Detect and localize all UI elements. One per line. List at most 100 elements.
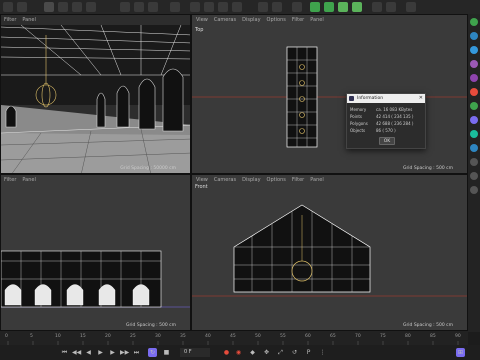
- axis-mode-icon[interactable]: [470, 102, 478, 110]
- y-axis-icon[interactable]: [134, 2, 144, 12]
- front-view-scene: [192, 204, 467, 297]
- uv-mode-icon[interactable]: [470, 60, 478, 68]
- cube-object-icon[interactable]: [310, 2, 320, 12]
- sculpt-icon[interactable]: [470, 158, 478, 166]
- pla-key-icon[interactable]: ⋮: [318, 348, 327, 357]
- snap-icon[interactable]: [272, 2, 282, 12]
- z-axis-icon[interactable]: [148, 2, 158, 12]
- info-row: Points 42 414 ( 234 135 ): [347, 113, 425, 120]
- make-editable-icon[interactable]: [232, 2, 242, 12]
- info-key: Objects: [350, 128, 366, 133]
- go-to-start-icon[interactable]: ⏮: [60, 348, 69, 357]
- model-mode-icon[interactable]: [470, 74, 478, 82]
- timeline-tick-label: 45: [230, 334, 236, 339]
- generator-icon[interactable]: [338, 2, 348, 12]
- timeline-tick-label: 5: [30, 334, 33, 339]
- info-key: Points: [350, 114, 363, 119]
- record-icon[interactable]: ●: [222, 348, 231, 357]
- ok-button[interactable]: OK: [379, 137, 395, 145]
- frame-field[interactable]: 0 F: [180, 348, 210, 357]
- info-value: 42 414 ( 234 135 ): [376, 114, 414, 119]
- x-axis-icon[interactable]: [120, 2, 130, 12]
- points-mode-icon[interactable]: [470, 18, 478, 26]
- position-key-icon[interactable]: ✥: [262, 348, 271, 357]
- locking-icon[interactable]: [470, 144, 478, 152]
- next-frame-icon[interactable]: ▶: [108, 348, 117, 357]
- timeline-tick-label: 10: [55, 334, 61, 339]
- loop-icon[interactable]: ↻: [148, 348, 157, 357]
- timeline-tick-label: 25: [130, 334, 136, 339]
- select-tool-icon[interactable]: [44, 2, 54, 12]
- timeline-tick-label: 50: [255, 334, 261, 339]
- timeline-tick-label: 20: [105, 334, 111, 339]
- top-view-scene: [192, 46, 467, 148]
- next-key-icon[interactable]: ▶▶: [120, 348, 129, 357]
- scale-tool-icon[interactable]: [72, 2, 82, 12]
- viewport-front[interactable]: View Cameras Display Options Filter Pane…: [191, 174, 468, 331]
- texture-mode-icon[interactable]: [470, 88, 478, 96]
- dialog-titlebar[interactable]: Information ✕: [347, 94, 425, 103]
- coordinate-system-icon[interactable]: [170, 2, 180, 12]
- camera-icon[interactable]: [292, 2, 302, 12]
- info-value: ca. 16 083 KBytes: [376, 107, 413, 112]
- timeline-ruler[interactable]: 0 5 10 15 20 25 30 35 40 45 50 55 60 65 70 75 80 85 90: [0, 331, 468, 345]
- top-toolbar: [0, 0, 480, 14]
- autokey-icon[interactable]: ◉: [234, 348, 243, 357]
- polygons-mode-icon[interactable]: [470, 46, 478, 54]
- keyframe-selection-icon[interactable]: ◆: [248, 348, 257, 357]
- info-row: Polygons 42 688 ( 236 284 ): [347, 120, 425, 127]
- edges-mode-icon[interactable]: [470, 32, 478, 40]
- workplane-icon[interactable]: [470, 116, 478, 124]
- scale-key-icon[interactable]: ⤢: [276, 348, 285, 357]
- previous-frame-icon[interactable]: ◀: [84, 348, 93, 357]
- timeline-tick-label: 85: [430, 334, 436, 339]
- paint-icon[interactable]: [470, 186, 478, 194]
- viewport-right[interactable]: Filter Panel Grid Spacing : 500 cm: [0, 174, 191, 331]
- stop-icon[interactable]: ■: [162, 348, 171, 357]
- modeling-icon[interactable]: [258, 2, 268, 12]
- rotate-tool-icon[interactable]: [86, 2, 96, 12]
- info-key: Polygons: [350, 121, 368, 126]
- info-row: Objects 86 ( 570 ): [347, 127, 425, 134]
- timeline-tick-label: 55: [280, 334, 286, 339]
- layout-icon[interactable]: [406, 2, 416, 12]
- timeline-window-icon[interactable]: ⊞: [456, 348, 465, 357]
- snapping-icon[interactable]: [470, 130, 478, 138]
- dialog-body: Memory ca. 16 083 KBytes Points 42 414 ( 2…: [347, 103, 425, 134]
- close-icon[interactable]: ✕: [419, 94, 423, 103]
- right-toolbar: [468, 14, 480, 332]
- info-key: Memory: [350, 107, 367, 112]
- light-icon[interactable]: [386, 2, 396, 12]
- go-to-end-icon[interactable]: ⏭: [132, 348, 141, 357]
- right-view-scene: [1, 250, 190, 308]
- perspective-scene: [1, 24, 190, 173]
- timeline-tick-label: 0: [5, 334, 8, 339]
- grid-spacing-label: Grid Spacing : 500 cm: [402, 323, 453, 328]
- render-view-icon[interactable]: [190, 2, 200, 12]
- brush-icon[interactable]: [470, 172, 478, 180]
- render-to-picture-viewer-icon[interactable]: [204, 2, 214, 12]
- redo-icon[interactable]: [17, 2, 27, 12]
- cinema4d-window: Filter Panel Grid Spacing: 50000 cm Vie…: [0, 0, 480, 360]
- pen-spline-icon[interactable]: [324, 2, 334, 12]
- deformer-icon[interactable]: [352, 2, 362, 12]
- timeline-tick-label: 40: [205, 334, 211, 339]
- rotation-key-icon[interactable]: ↺: [290, 348, 299, 357]
- undo-icon[interactable]: [3, 2, 13, 12]
- previous-key-icon[interactable]: ◀◀: [72, 348, 81, 357]
- information-dialog: Information ✕ Memory ca. 16 083 KBytes Po…: [346, 93, 426, 149]
- transport-bar: ⏮ ◀◀ ◀ ▶ ▶ ▶▶ ⏭ ↻ ■ 0 F ● ◉ ◆ ✥ ⤢ ↺ P ⋮ …: [0, 345, 480, 360]
- viewport-top[interactable]: View Cameras Display Options Filter Pane…: [191, 14, 468, 174]
- scene-icon[interactable]: [372, 2, 382, 12]
- timeline-tick-label: 75: [380, 334, 386, 339]
- play-icon[interactable]: ▶: [96, 348, 105, 357]
- move-tool-icon[interactable]: [58, 2, 68, 12]
- timeline-tick-label: 15: [80, 334, 86, 339]
- render-settings-icon[interactable]: [218, 2, 228, 12]
- parameter-key-icon[interactable]: P: [304, 348, 313, 357]
- viewport-perspective[interactable]: Filter Panel Grid Spacing: 50000 cm: [0, 14, 191, 174]
- app-icon: [349, 96, 354, 101]
- timeline-tick-label: 30: [155, 334, 161, 339]
- info-value: 42 688 ( 236 284 ): [376, 121, 414, 126]
- info-value: 86 ( 570 ): [376, 128, 396, 133]
